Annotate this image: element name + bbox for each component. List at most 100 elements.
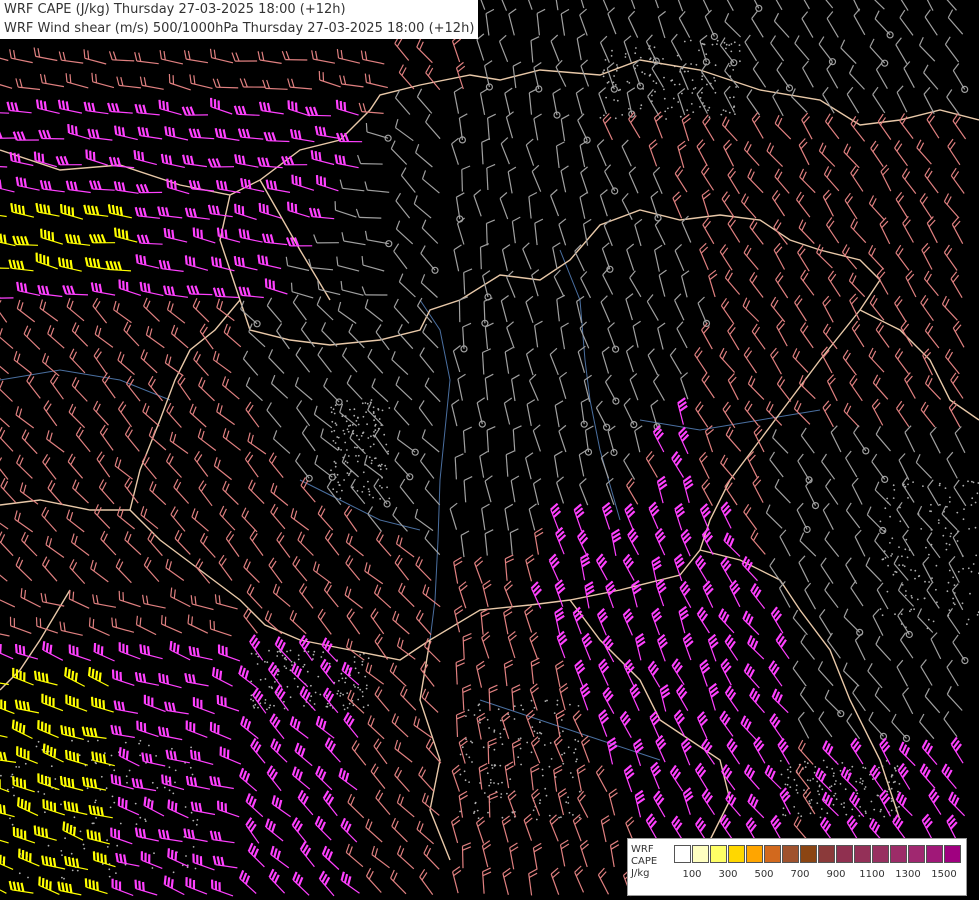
wind-barb	[747, 168, 764, 194]
wind-barb	[365, 818, 383, 843]
terrain-dot	[935, 564, 938, 567]
wind-barb	[696, 606, 710, 634]
wind-barb	[629, 683, 641, 712]
wind-barb	[559, 839, 570, 867]
wind-barb	[270, 482, 289, 506]
terrain-dot	[699, 106, 701, 108]
terrain-dot	[883, 815, 886, 818]
wind-barb	[114, 457, 133, 480]
terrain-dot	[848, 769, 851, 771]
terrain-dot	[614, 117, 617, 120]
terrain-dot	[732, 96, 735, 99]
wind-barb	[896, 659, 909, 687]
wind-barb	[488, 791, 498, 818]
wind-barb	[872, 608, 884, 636]
wind-barb	[170, 324, 189, 349]
wind-barb	[186, 285, 213, 296]
wind-barb	[843, 608, 864, 637]
wind-barb	[917, 505, 934, 531]
wind-barb	[0, 166, 8, 168]
wind-barb	[534, 218, 544, 246]
terrain-dot	[651, 94, 653, 97]
wind-barb	[602, 0, 609, 11]
wind-barb	[245, 793, 264, 818]
wind-barb	[113, 300, 132, 324]
terrain-dot	[91, 822, 94, 825]
legend-tick-label: 700	[790, 869, 810, 880]
wind-barb	[140, 506, 159, 530]
terrain-dot	[354, 667, 357, 670]
wind-barb	[770, 35, 785, 62]
wind-barb	[918, 37, 936, 62]
wind-barb	[797, 711, 810, 739]
terrain-dot	[336, 473, 339, 476]
wind-barb	[68, 644, 91, 662]
wind-barb	[336, 256, 360, 272]
terrain-dot	[503, 728, 505, 731]
wind-barb	[317, 346, 332, 373]
wind-barb	[394, 35, 410, 61]
terrain-dot	[488, 784, 491, 787]
wind-barb	[579, 8, 588, 36]
wind-barb	[699, 503, 711, 531]
terrain-dot	[809, 812, 812, 815]
terrain-dot	[185, 855, 187, 857]
wind-barb	[0, 296, 14, 299]
terrain-dot	[902, 564, 904, 567]
wind-barb	[173, 478, 190, 504]
wind-barb	[117, 351, 135, 376]
wind-barb	[367, 715, 385, 740]
wind-barb	[157, 726, 183, 741]
wind-barb	[486, 163, 496, 191]
terrain-dot	[679, 115, 682, 118]
wind-barb	[375, 531, 392, 557]
terrain-dot	[148, 744, 150, 747]
wind-barb	[481, 297, 493, 327]
wind-barb	[207, 158, 235, 168]
wind-barb	[37, 773, 60, 791]
wind-barb	[0, 365, 9, 375]
wind-barb	[297, 789, 314, 816]
wind-barb	[680, 372, 689, 400]
wind-barb	[371, 845, 390, 869]
terrain-dot	[361, 663, 364, 666]
terrain-dot	[82, 843, 85, 846]
terrain-dot	[108, 868, 111, 871]
terrain-dot	[821, 788, 824, 791]
wind-barb	[579, 140, 589, 168]
terrain-dot	[808, 800, 811, 802]
wind-barb	[797, 244, 810, 272]
wind-barb	[134, 52, 159, 65]
wind-barb	[0, 522, 9, 530]
wind-barb	[941, 763, 957, 789]
terrain-dot	[461, 746, 464, 749]
wind-barb	[766, 142, 784, 168]
wind-barb	[422, 323, 439, 349]
terrain-dot	[476, 809, 479, 812]
wind-barb	[209, 721, 232, 740]
wind-barb	[921, 242, 933, 270]
terrain-dot	[357, 671, 360, 674]
terrain-dot	[506, 792, 508, 795]
terrain-dot	[569, 772, 572, 774]
terrain-dot	[796, 792, 799, 794]
terrain-dot	[953, 603, 956, 606]
wind-barb	[530, 736, 541, 764]
terrain-dot	[317, 675, 320, 678]
wind-barb	[777, 737, 790, 765]
wind-barb	[702, 580, 714, 608]
wind-barb	[67, 124, 91, 140]
wind-barb	[453, 244, 462, 272]
terrain-dot	[928, 553, 930, 556]
terrain-dot	[266, 661, 269, 664]
terrain-dot	[539, 731, 541, 734]
terrain-dot	[628, 108, 630, 110]
terrain-dot	[519, 737, 522, 740]
terrain-dot	[337, 436, 340, 439]
legend-title-variable: CAPE	[631, 856, 658, 867]
terrain-dot	[858, 815, 861, 817]
terrain-dot	[268, 649, 270, 652]
wind-barb	[774, 168, 790, 194]
terrain-dot	[270, 686, 273, 688]
wind-barb	[222, 480, 239, 506]
